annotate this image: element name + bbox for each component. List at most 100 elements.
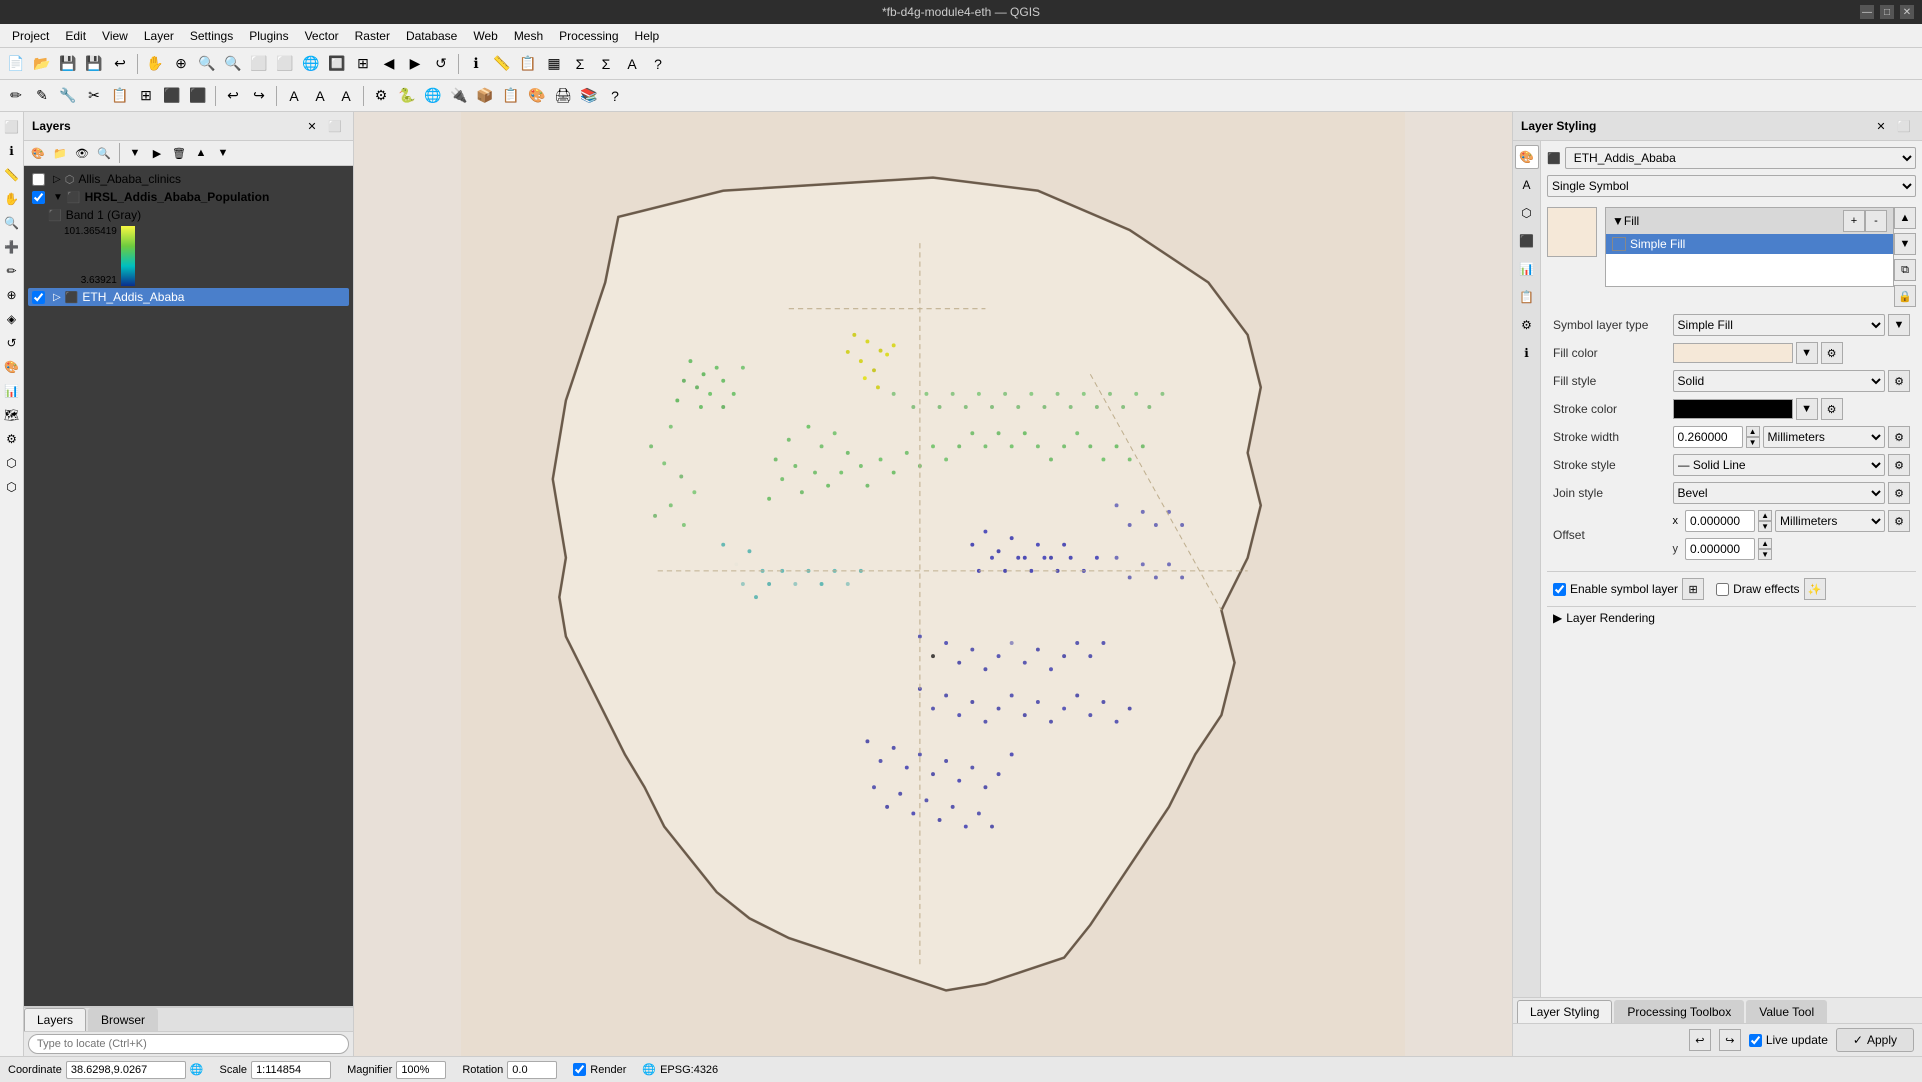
style-tab-mask[interactable]: ⬡: [1515, 201, 1539, 225]
symbol-type-selector[interactable]: Single Symbol: [1547, 175, 1916, 197]
stroke-width-input[interactable]: [1673, 426, 1743, 448]
fill-style-select[interactable]: Solid: [1673, 370, 1885, 392]
label-button[interactable]: A: [620, 52, 644, 76]
vertex-tool[interactable]: ◈: [1, 308, 23, 330]
stroke-color-box[interactable]: [1673, 399, 1793, 419]
redo-button[interactable]: ↪: [247, 84, 271, 108]
layer-expand-eth[interactable]: ▷: [53, 292, 61, 303]
zoom-selection-button[interactable]: ⊞: [351, 52, 375, 76]
style-tool[interactable]: 🎨: [1, 356, 23, 378]
close-button[interactable]: ✕: [1900, 5, 1914, 19]
minimize-button[interactable]: —: [1860, 5, 1874, 19]
browser-btn3[interactable]: 📦: [473, 84, 497, 108]
deselect-button[interactable]: Σ: [568, 52, 592, 76]
offset-x-spin-down[interactable]: ▼: [1758, 521, 1772, 532]
symbol-tree-row-simplefill[interactable]: Simple Fill: [1606, 234, 1893, 254]
rotation-input[interactable]: [507, 1061, 557, 1079]
layers-close-btn[interactable]: ✕: [302, 116, 322, 136]
offset-y-input[interactable]: [1685, 538, 1755, 560]
stroke-width-spin-down[interactable]: ▼: [1746, 437, 1760, 448]
panel-float-btn[interactable]: ⬜: [1894, 116, 1914, 136]
style-tab-metadata[interactable]: ℹ: [1515, 341, 1539, 365]
menu-layer[interactable]: Layer: [136, 27, 182, 45]
spatial-query-tool[interactable]: ⚙: [1, 428, 23, 450]
sym-down-btn[interactable]: ▼: [1894, 233, 1916, 255]
sym-add-btn[interactable]: +: [1843, 210, 1865, 232]
select-features-tool[interactable]: ⬜: [1, 116, 23, 138]
sym-remove-btn[interactable]: -: [1865, 210, 1887, 232]
menu-processing[interactable]: Processing: [551, 27, 626, 45]
coordinate-input[interactable]: [66, 1061, 186, 1079]
zoom-native-button[interactable]: ⬜: [273, 52, 297, 76]
stroke-style-extra-btn[interactable]: ⚙: [1888, 454, 1910, 476]
symbol-layer-type-select[interactable]: Simple Fill: [1673, 314, 1885, 336]
label-tool2-button[interactable]: A: [308, 84, 332, 108]
draw-effects-checkbox[interactable]: [1716, 583, 1729, 596]
digitize-btn5[interactable]: ⬛: [160, 84, 184, 108]
menu-raster[interactable]: Raster: [347, 27, 398, 45]
style-tab-symbology[interactable]: 🎨: [1515, 145, 1539, 169]
menu-edit[interactable]: Edit: [57, 27, 94, 45]
digitize-btn6[interactable]: ⬛: [186, 84, 210, 108]
style-tab-rendering[interactable]: ⚙: [1515, 313, 1539, 337]
fill-color-box[interactable]: [1673, 343, 1793, 363]
style-mgr-btn[interactable]: 🎨: [525, 84, 549, 108]
offset-unit-select[interactable]: Millimeters: [1775, 510, 1885, 532]
style-tab-3d[interactable]: ⬛: [1515, 229, 1539, 253]
offset-x-input[interactable]: [1685, 510, 1755, 532]
atlas-btn[interactable]: 📚: [577, 84, 601, 108]
save-as-button[interactable]: 💾: [82, 52, 106, 76]
open-project-button[interactable]: 📂: [30, 52, 54, 76]
layer-expand-hrsl[interactable]: ▼: [53, 192, 63, 203]
zoom-full-button[interactable]: 🌐: [299, 52, 323, 76]
label-tool3-button[interactable]: A: [334, 84, 358, 108]
open-layer-styling-btn[interactable]: 🎨: [28, 143, 48, 163]
undo-history-btn[interactable]: ↩: [1689, 1029, 1711, 1051]
style-tab-diagrams[interactable]: 📊: [1515, 257, 1539, 281]
tab-processing-toolbox[interactable]: Processing Toolbox: [1614, 1000, 1744, 1023]
pan-tool[interactable]: ✋: [1, 188, 23, 210]
offset-y-spin-down[interactable]: ▼: [1758, 549, 1772, 560]
layer-item-band[interactable]: ⬛ Band 1 (Gray): [44, 206, 349, 224]
temp-layer-btn[interactable]: 📋: [499, 84, 523, 108]
enable-symbol-layer-extra-btn[interactable]: ⊞: [1682, 578, 1704, 600]
menu-help[interactable]: Help: [627, 27, 668, 45]
stroke-width-extra-btn[interactable]: ⚙: [1888, 426, 1910, 448]
style-tab-fields[interactable]: 📋: [1515, 285, 1539, 309]
menu-vector[interactable]: Vector: [297, 27, 347, 45]
add-layer-tool[interactable]: ➕: [1, 236, 23, 258]
render-checkbox[interactable]: [573, 1063, 586, 1076]
zoom-layer-button[interactable]: 🔲: [325, 52, 349, 76]
label-tool-button[interactable]: A: [282, 84, 306, 108]
filter-layer-btn[interactable]: 🔍: [94, 143, 114, 163]
layer-selector-dropdown[interactable]: ETH_Addis_Ababa: [1565, 147, 1916, 169]
zoom-in-button[interactable]: 🔍: [195, 52, 219, 76]
sym-lock-btn[interactable]: 🔒: [1894, 285, 1916, 307]
rotation-tool[interactable]: ↺: [1, 332, 23, 354]
misc-tool[interactable]: ⬡: [1, 452, 23, 474]
tips-button[interactable]: ?: [646, 52, 670, 76]
geoprocess-tool[interactable]: 🗺: [1, 404, 23, 426]
zoom-out-button[interactable]: 🔍: [221, 52, 245, 76]
menu-mesh[interactable]: Mesh: [506, 27, 551, 45]
identify-tool[interactable]: ℹ: [1, 140, 23, 162]
menu-project[interactable]: Project: [4, 27, 57, 45]
identify-button[interactable]: ℹ: [464, 52, 488, 76]
digitize-btn3[interactable]: 📋: [108, 84, 132, 108]
move-down-btn[interactable]: ▼: [213, 143, 233, 163]
menu-database[interactable]: Database: [398, 27, 465, 45]
locate-input[interactable]: [28, 1034, 349, 1054]
layer-item-eth[interactable]: ▷ ⬛ ETH_Addis_Ababa: [28, 288, 349, 306]
tab-value-tool[interactable]: Value Tool: [1746, 1000, 1827, 1023]
draw-effects-extra-btn[interactable]: ✨: [1804, 578, 1826, 600]
symbol-layer-type-dropdown-btn[interactable]: ▼: [1888, 314, 1910, 336]
expand-all-btn[interactable]: ▼: [125, 143, 145, 163]
layer-check-hrsl[interactable]: [32, 191, 45, 204]
stroke-style-select[interactable]: — Solid Line: [1673, 454, 1885, 476]
python-button[interactable]: 🐍: [395, 84, 419, 108]
stroke-width-spin-up[interactable]: ▲: [1746, 426, 1760, 437]
save-project-button[interactable]: 💾: [56, 52, 80, 76]
new-project-button[interactable]: 📄: [4, 52, 28, 76]
layer-expand-allis[interactable]: ▷: [53, 174, 61, 185]
move-up-btn[interactable]: ▲: [191, 143, 211, 163]
